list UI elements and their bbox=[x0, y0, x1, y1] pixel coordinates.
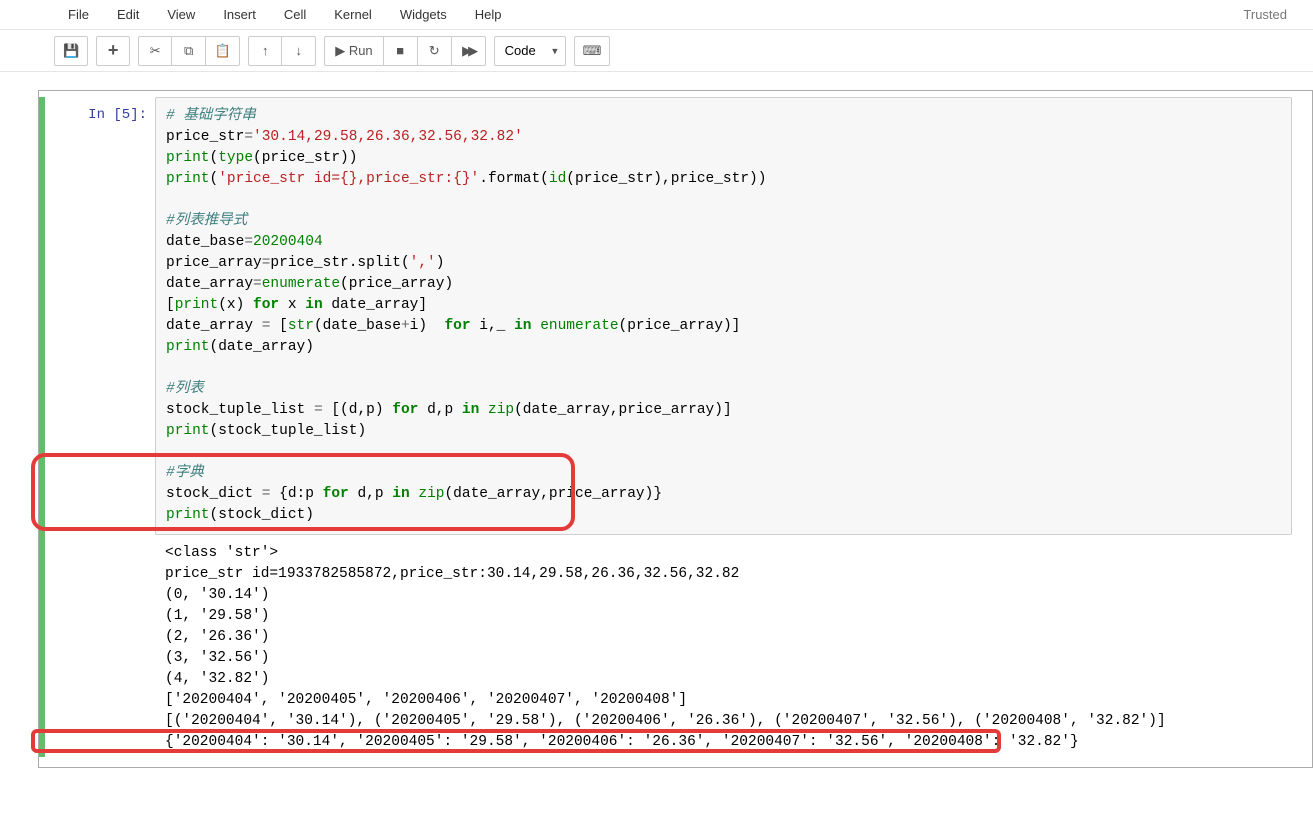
menu-help[interactable]: Help bbox=[461, 0, 516, 30]
menu-view[interactable]: View bbox=[153, 0, 209, 30]
plus-icon: + bbox=[108, 40, 119, 61]
run-label: Run bbox=[349, 43, 373, 58]
save-button[interactable]: 💾 bbox=[54, 36, 88, 66]
restart-icon: ↻ bbox=[429, 43, 440, 59]
add-cell-button[interactable]: + bbox=[96, 36, 130, 66]
menu-edit[interactable]: Edit bbox=[103, 0, 153, 30]
code-input[interactable]: # 基础字符串 price_str='30.14,29.58,26.36,32.… bbox=[155, 97, 1292, 535]
run-button[interactable]: ▶ Run bbox=[324, 36, 383, 66]
keyboard-icon: ⌨ bbox=[583, 43, 602, 59]
trusted-indicator[interactable]: Trusted bbox=[1243, 7, 1293, 22]
menu-widgets[interactable]: Widgets bbox=[386, 0, 461, 30]
menu-insert[interactable]: Insert bbox=[209, 0, 270, 30]
play-icon: ▶ bbox=[335, 43, 345, 59]
interrupt-button[interactable]: ■ bbox=[384, 36, 418, 66]
command-palette-button[interactable]: ⌨ bbox=[574, 36, 611, 66]
arrow-up-icon: ↑ bbox=[262, 43, 269, 58]
paste-button[interactable]: 📋 bbox=[206, 36, 240, 66]
menu-file[interactable]: File bbox=[54, 0, 103, 30]
restart-button[interactable]: ↻ bbox=[418, 36, 452, 66]
move-up-button[interactable]: ↑ bbox=[248, 36, 282, 66]
menu-cell[interactable]: Cell bbox=[270, 0, 320, 30]
save-icon: 💾 bbox=[63, 43, 79, 59]
arrow-down-icon: ↓ bbox=[295, 43, 302, 58]
toolbar: 💾 + ✂ ⧉ 📋 ↑ ↓ ▶ Run ■ ↻ ▶▶ Code ⌨ bbox=[0, 30, 1313, 72]
menu-kernel[interactable]: Kernel bbox=[320, 0, 386, 30]
copy-icon: ⧉ bbox=[184, 43, 193, 59]
notebook-container: In [5]: # 基础字符串 price_str='30.14,29.58,2… bbox=[0, 72, 1313, 786]
menubar: File Edit View Insert Cell Kernel Widget… bbox=[0, 0, 1313, 30]
stop-icon: ■ bbox=[396, 43, 404, 58]
input-prompt: In [5]: bbox=[45, 97, 155, 757]
paste-icon: 📋 bbox=[215, 43, 231, 59]
cut-icon: ✂ bbox=[150, 43, 161, 59]
cell-type-select[interactable]: Code bbox=[494, 36, 566, 66]
code-cell[interactable]: In [5]: # 基础字符串 price_str='30.14,29.58,2… bbox=[39, 91, 1312, 767]
move-down-button[interactable]: ↓ bbox=[282, 36, 316, 66]
fast-forward-icon: ▶▶ bbox=[462, 43, 474, 59]
copy-button[interactable]: ⧉ bbox=[172, 36, 206, 66]
restart-run-all-button[interactable]: ▶▶ bbox=[452, 36, 486, 66]
cut-button[interactable]: ✂ bbox=[138, 36, 172, 66]
cell-output: <class 'str'> price_str id=1933782585872… bbox=[155, 535, 1292, 757]
